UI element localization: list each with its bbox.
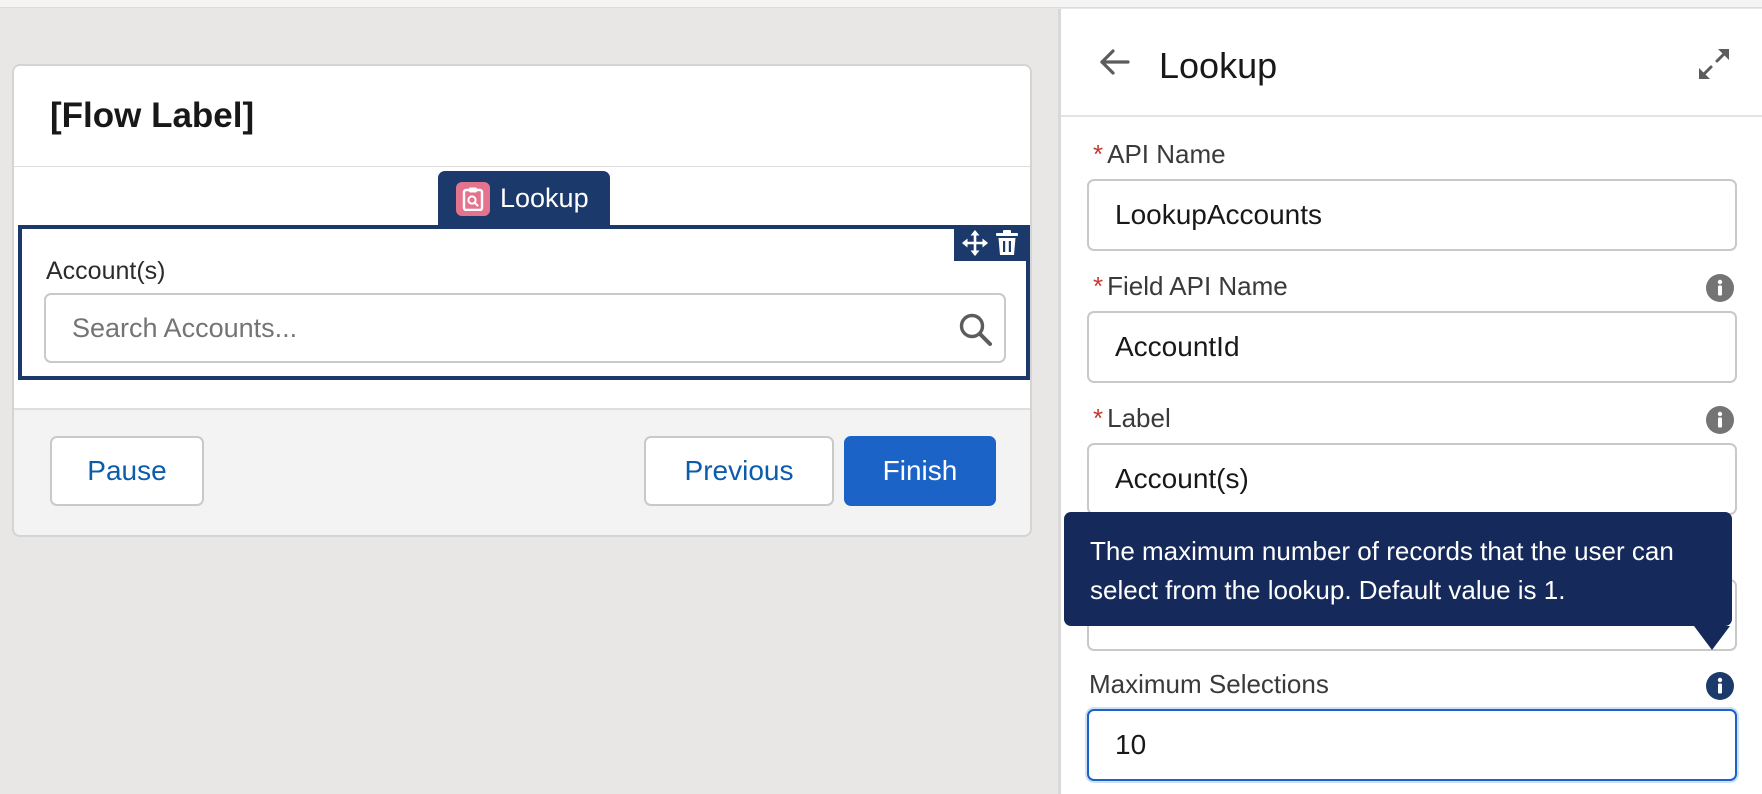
window-top-bar — [0, 0, 1762, 8]
flow-screen-preview: [Flow Label] Lookup Account(s) Search Ac… — [12, 64, 1032, 537]
flow-body: Lookup Account(s) Search Accounts... — [14, 167, 1030, 410]
back-arrow-icon[interactable] — [1099, 47, 1131, 82]
field-api-name-label: * Field API Name — [1093, 271, 1288, 301]
move-icon[interactable] — [962, 229, 988, 261]
panel-title: Lookup — [1159, 45, 1278, 86]
required-marker: * — [1093, 271, 1104, 301]
component-tab-label: Lookup — [500, 183, 589, 213]
info-icon[interactable] — [1705, 273, 1735, 308]
finish-button[interactable]: Finish — [844, 436, 996, 506]
label-field-label: * Label — [1093, 403, 1171, 433]
component-tab-lookup[interactable]: Lookup — [438, 171, 610, 226]
field-api-name-field[interactable] — [1087, 311, 1737, 383]
info-icon[interactable] — [1705, 405, 1735, 440]
search-accounts-input[interactable] — [46, 295, 1004, 361]
field-api-name-input[interactable] — [1089, 313, 1735, 381]
flow-title: [Flow Label] — [50, 96, 255, 135]
search-accounts-box[interactable] — [44, 293, 1006, 363]
label-input[interactable] — [1089, 445, 1735, 513]
required-marker: * — [1093, 139, 1104, 169]
lookup-icon — [456, 181, 490, 216]
tooltip-arrow — [1694, 626, 1730, 650]
label-field[interactable] — [1087, 443, 1737, 515]
api-name-label: * API Name — [1093, 139, 1226, 169]
pause-button[interactable]: Pause — [50, 436, 204, 506]
api-name-field[interactable] — [1087, 179, 1737, 251]
delete-icon[interactable] — [996, 229, 1018, 261]
expand-icon[interactable] — [1697, 47, 1731, 86]
required-marker: * — [1093, 403, 1104, 433]
search-icon[interactable] — [958, 312, 994, 353]
properties-panel: Lookup *API Name *Field API Name *Label — [1058, 9, 1762, 794]
api-name-input[interactable] — [1089, 181, 1735, 249]
help-tooltip: The maximum number of records that the u… — [1064, 512, 1732, 626]
maximum-selections-field[interactable] — [1087, 709, 1737, 781]
maximum-selections-label: Maximum Selections — [1089, 669, 1329, 699]
lookup-field-label: Account(s) — [46, 257, 166, 285]
lookup-component[interactable]: Account(s) — [18, 225, 1030, 380]
flow-header: [Flow Label] — [14, 66, 1030, 167]
panel-header: Lookup — [1061, 9, 1762, 117]
component-actions — [954, 229, 1026, 261]
previous-button[interactable]: Previous — [644, 436, 834, 506]
maximum-selections-input[interactable] — [1089, 711, 1735, 779]
info-icon[interactable] — [1705, 671, 1735, 706]
